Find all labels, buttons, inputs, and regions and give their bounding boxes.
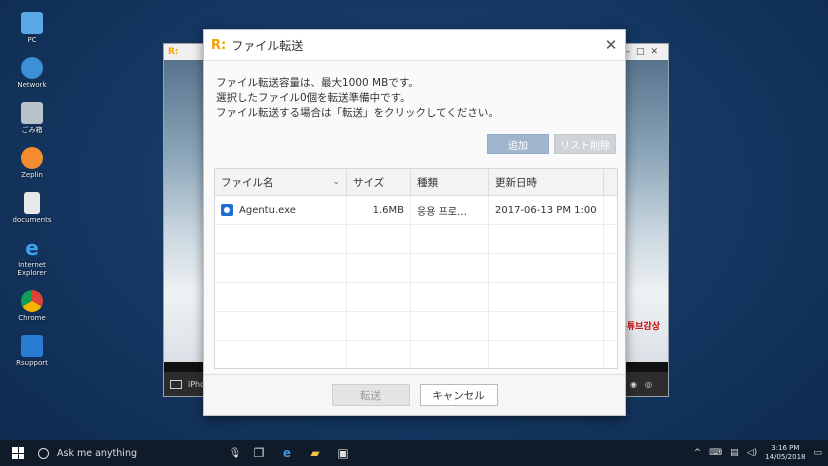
transfer-messages: ファイル転送容量は、最大1000 MBです。 選択したファイル0個を転送準備中で… — [216, 76, 499, 121]
file-name: Agentu.exe — [239, 204, 296, 216]
table-row-empty — [215, 254, 617, 283]
file-table: ファイル名 ⌄ サイズ 種類 更新日時 Agentu.exe 1.6MB 응용 … — [214, 168, 618, 369]
desktop-icon-documents[interactable]: documents — [8, 192, 56, 224]
search-placeholder: Ask me anything — [57, 447, 137, 459]
cortana-icon — [38, 447, 49, 459]
message-preparing: 選択したファイル0個を転送準備中です。 — [216, 92, 411, 104]
desktop-icon-pc[interactable]: PC — [8, 12, 56, 44]
cancel-button[interactable]: キャンセル — [419, 384, 498, 406]
column-header-filler — [604, 169, 617, 195]
network-icon[interactable]: ▤ — [730, 448, 739, 458]
clock-date: 14/05/2018 — [765, 453, 806, 461]
column-header-type[interactable]: 種類 — [411, 169, 489, 195]
microphone-icon[interactable]: 🎙 — [228, 448, 242, 459]
system-tray: ^ ⌨ ▤ ◁) 3:16 PM 14/05/2018 ▭ — [694, 444, 822, 462]
windows-taskbar: Ask me anything 🎙 ❐ e ▰ ▣ ^ ⌨ ▤ ◁) 3:16 … — [0, 440, 828, 466]
chevron-down-icon: ⌄ — [332, 177, 340, 187]
close-icon[interactable]: ✕ — [603, 36, 619, 54]
transfer-button[interactable]: 転送 — [331, 384, 410, 406]
message-capacity: ファイル転送容量は、最大1000 MBです。 — [216, 77, 419, 89]
exe-file-icon — [221, 204, 233, 216]
file-transfer-dialog: R: ファイル転送 ✕ ファイル転送容量は、最大1000 MBです。 選択したフ… — [203, 29, 626, 416]
table-row-empty — [215, 341, 617, 368]
table-row-empty — [215, 225, 617, 254]
desktop-icon-zeplin[interactable]: Zeplin — [8, 147, 56, 179]
notification-icon[interactable]: ▭ — [813, 448, 822, 458]
internet-explorer-icon: e — [25, 236, 39, 260]
desktop-icon-recycle-bin[interactable]: ごみ箱 — [8, 102, 56, 134]
dialog-title: ファイル転送 — [231, 38, 304, 53]
file-size: 1.6MB — [347, 196, 411, 224]
column-header-size[interactable]: サイズ — [347, 169, 411, 195]
rsupport-logo-icon: R: — [168, 47, 179, 57]
windows-start-icon[interactable] — [12, 447, 24, 459]
remote-footer-controls[interactable]: ◉◎ — [630, 380, 660, 389]
rsupport-logo-icon: R: — [211, 37, 227, 53]
dialog-titlebar: R: ファイル転送 ✕ — [204, 30, 625, 61]
table-row-empty — [215, 283, 617, 312]
delete-list-button[interactable]: リスト削除 — [554, 134, 616, 154]
rsupport-icon — [21, 335, 43, 357]
document-icon — [24, 192, 40, 214]
network-icon — [21, 57, 43, 79]
add-button[interactable]: 追加 — [487, 134, 549, 154]
volume-icon[interactable]: ◁) — [747, 448, 757, 458]
task-view-icon[interactable]: ❐ — [248, 442, 270, 464]
column-header-modified[interactable]: 更新日時 — [489, 169, 604, 195]
cortana-search[interactable]: Ask me anything — [38, 440, 228, 466]
file-type: 응용 프로… — [411, 196, 489, 224]
edge-icon[interactable]: e — [276, 442, 298, 464]
table-row-empty — [215, 312, 617, 341]
computer-icon — [21, 12, 43, 34]
desktop-icon-chrome[interactable]: Chrome — [8, 290, 56, 322]
keyboard-icon[interactable]: ⌨ — [709, 448, 722, 458]
device-icon — [170, 379, 182, 389]
store-icon[interactable]: ▣ — [332, 442, 354, 464]
dialog-footer: 転送 キャンセル — [204, 374, 625, 415]
file-explorer-icon[interactable]: ▰ — [304, 442, 326, 464]
desktop-icon-rsupport[interactable]: Rsupport — [8, 335, 56, 367]
desktop-icon-internet-explorer[interactable]: e Internet Explorer — [8, 237, 56, 277]
chrome-icon — [21, 290, 43, 312]
clock[interactable]: 3:16 PM 14/05/2018 — [765, 444, 805, 462]
window-controls[interactable]: —□✕ — [621, 47, 664, 57]
chevron-up-icon[interactable]: ^ — [694, 448, 702, 458]
clock-time: 3:16 PM — [771, 444, 800, 452]
zeplin-icon — [21, 147, 43, 169]
table-row[interactable]: Agentu.exe 1.6MB 응용 프로… 2017-06-13 PM 1:… — [215, 196, 617, 225]
message-instructions: ファイル転送する場合は「転送」をクリックしてください。 — [216, 107, 499, 119]
table-header: ファイル名 ⌄ サイズ 種類 更新日時 — [215, 169, 617, 196]
column-header-filename[interactable]: ファイル名 ⌄ — [215, 169, 347, 195]
file-modified: 2017-06-13 PM 1:00 — [489, 196, 604, 224]
desktop-icons: PC Network ごみ箱 Zeplin documents e Intern… — [8, 12, 56, 380]
desktop-icon-network[interactable]: Network — [8, 57, 56, 89]
list-buttons: 追加 リスト削除 — [487, 134, 616, 154]
recycle-bin-icon — [21, 102, 43, 124]
